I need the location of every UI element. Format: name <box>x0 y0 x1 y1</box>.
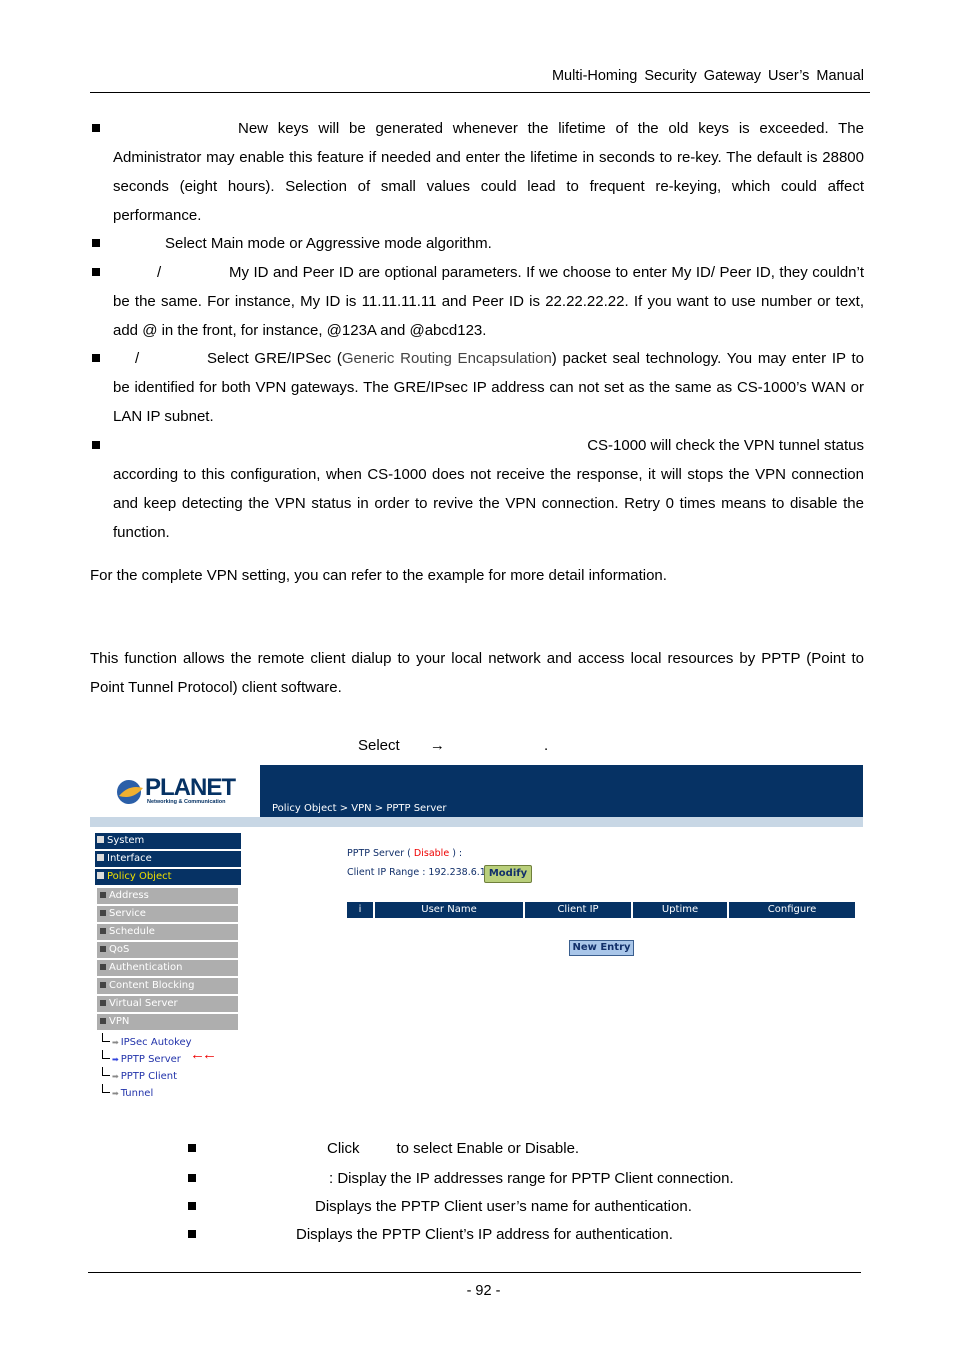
tree-connector-icon <box>102 1067 110 1076</box>
bullet-client-ip: Displays the PPTP Client’s IP address fo… <box>186 1220 826 1249</box>
arrow-right-icon: ➡ <box>112 1072 119 1081</box>
planet-logo: PLANET Networking & Communication <box>115 770 236 810</box>
column-header-uptime: Uptime <box>633 902 727 918</box>
nav-schedule[interactable]: Schedule <box>97 924 238 941</box>
footer-rule <box>88 1272 861 1273</box>
nav-qos[interactable]: QoS <box>97 942 238 959</box>
tree-connector-icon <box>102 1033 110 1042</box>
column-header-index: i <box>347 902 373 918</box>
bullet-icon <box>92 441 100 449</box>
bullet-icon <box>188 1174 196 1182</box>
status-disable: Disable <box>413 848 450 859</box>
bullet-dpd: CS-1000 will check the VPN tunnel status… <box>90 431 864 547</box>
nav-virtual-server[interactable]: Virtual Server <box>97 996 238 1013</box>
nav-interface[interactable]: Interface <box>95 851 241 867</box>
modify-button[interactable]: Modify <box>484 865 532 883</box>
banner-strip <box>90 817 863 827</box>
expand-icon <box>100 910 106 916</box>
expand-icon <box>100 982 106 988</box>
bullet-icon <box>92 124 100 132</box>
nav-ipsec-autokey[interactable]: ➡ IPSec Autokey <box>102 1033 192 1048</box>
tree-connector-icon <box>102 1050 110 1059</box>
nav-pptp-client[interactable]: ➡ PPTP Client <box>102 1067 177 1082</box>
arrow-right-icon: ➡ <box>112 1089 119 1098</box>
bullet-pptp-server: Click to select Enable or Disable. <box>186 1134 826 1163</box>
expand-icon <box>97 836 104 843</box>
header-rule <box>90 92 870 93</box>
top-banner: Policy Object > VPN > PPTP Server <box>260 765 863 817</box>
nav-tunnel[interactable]: ➡ Tunnel <box>102 1084 153 1099</box>
expand-icon <box>100 1000 106 1006</box>
bullet-icon <box>188 1144 196 1152</box>
bullet-text: Select Main mode or Aggressive mode algo… <box>165 235 492 252</box>
nav-system[interactable]: System <box>95 833 241 849</box>
paragraph-pptp: This function allows the remote client d… <box>90 650 864 696</box>
tree-connector-icon <box>102 1084 110 1093</box>
bullet-text: / My ID and Peer ID are optional paramete… <box>113 264 864 339</box>
collapse-icon <box>100 1018 106 1024</box>
bullet-text: / Select GRE/IPSec (Generic Routing Encap… <box>113 350 864 425</box>
document-header-title: Multi-Homing Security Gateway User’s Man… <box>551 68 864 84</box>
arrow-right-icon: ➡ <box>112 1038 119 1047</box>
red-pointer-arrows-icon: ←← <box>190 1046 217 1063</box>
nav-vpn[interactable]: VPN <box>97 1014 238 1031</box>
expand-icon <box>100 928 106 934</box>
bullet-client-ip-range: : Display the IP addresses range for PPT… <box>186 1164 826 1193</box>
column-header-user-name: User Name <box>375 902 523 918</box>
select-instruction: Select → . <box>358 737 549 754</box>
bullet-mode: Select Main mode or Aggressive mode algo… <box>90 229 864 258</box>
nav-pptp-server[interactable]: ➡ PPTP Server <box>102 1050 181 1065</box>
column-header-client-ip: Client IP <box>525 902 631 918</box>
pptp-server-status: PPTP Server ( Disable ) : <box>347 848 463 859</box>
bullet-icon <box>92 239 100 247</box>
arrow-right-icon: ➡ <box>112 1055 119 1064</box>
bullet-icon <box>92 354 100 362</box>
expand-icon <box>97 854 104 861</box>
new-entry-button[interactable]: New Entry <box>569 940 634 956</box>
arrow-icon: → <box>429 737 445 754</box>
column-header-configure: Configure <box>729 902 855 918</box>
expand-icon <box>100 946 106 952</box>
nav-authentication[interactable]: Authentication <box>97 960 238 977</box>
nav-content-blocking[interactable]: Content Blocking <box>97 978 238 995</box>
page-number: - 92 - <box>466 1283 501 1299</box>
nav-policy-object[interactable]: Policy Object <box>95 869 241 885</box>
bullet-icon <box>188 1230 196 1238</box>
bullet-icon <box>92 268 100 276</box>
bullet-text: according to this configuration, when CS… <box>113 466 864 541</box>
bullet-id: / My ID and Peer ID are optional paramete… <box>90 258 864 345</box>
bullet-icon <box>188 1202 196 1210</box>
bullet-text-first: CS-1000 will check the VPN tunnel status <box>587 437 864 454</box>
expand-icon <box>100 892 106 898</box>
bullet-gre: / Select GRE/IPSec (Generic Routing Encap… <box>90 344 864 431</box>
collapse-icon <box>97 872 104 879</box>
paragraph-vpn: For the complete VPN setting, you can re… <box>90 567 667 584</box>
nav-service[interactable]: Service <box>97 906 238 923</box>
expand-icon <box>100 964 106 970</box>
breadcrumb: Policy Object > VPN > PPTP Server <box>272 803 447 814</box>
bullet-rekey: New keys will be generated whenever the … <box>90 114 864 230</box>
bullet-user-name: Displays the PPTP Client user’s name for… <box>186 1192 826 1221</box>
pptp-server-screenshot: PLANET Networking & Communication Policy… <box>90 765 863 1103</box>
bullet-text: New keys will be generated whenever the … <box>113 120 864 224</box>
nav-address[interactable]: Address <box>97 888 238 905</box>
